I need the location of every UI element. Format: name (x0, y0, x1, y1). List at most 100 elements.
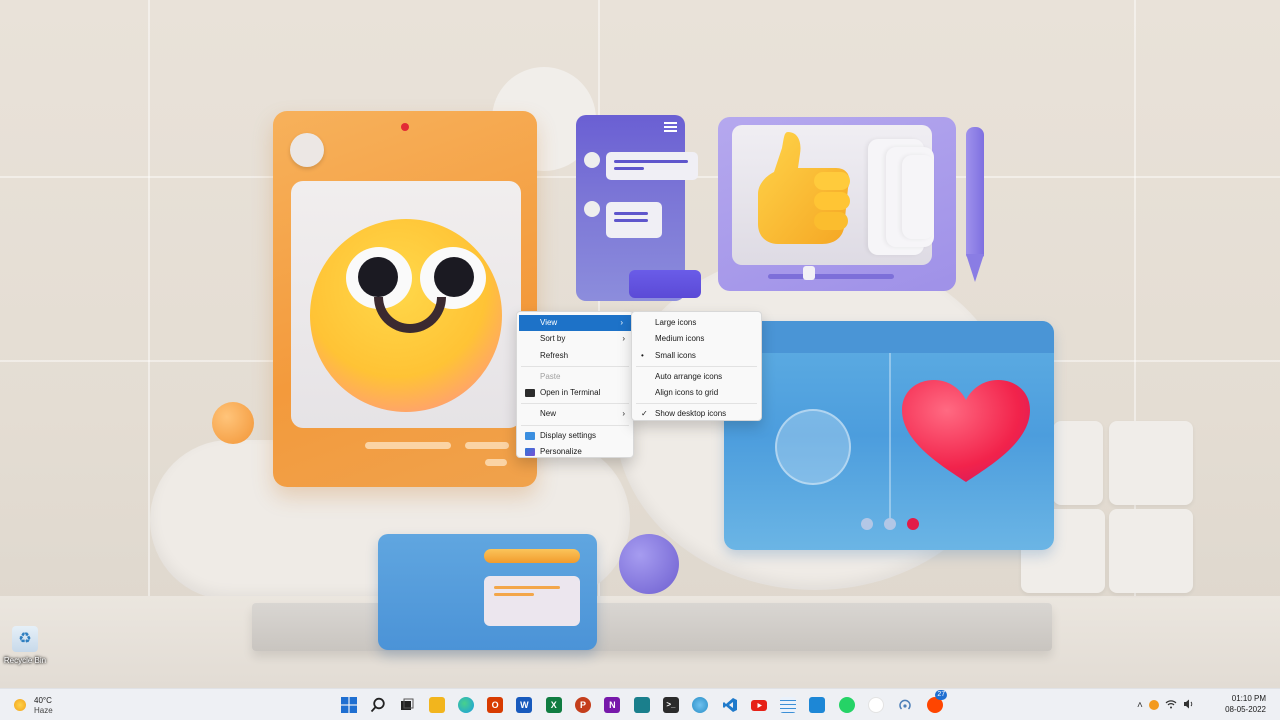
wall-pen-tip (966, 254, 984, 282)
taskbar-app-blank[interactable] (861, 693, 890, 717)
wall-orange-button (290, 133, 324, 167)
menu-item-personalize[interactable]: Personalize (517, 444, 633, 460)
menu-item-label: View (540, 318, 558, 327)
taskbar-app-globe[interactable] (686, 693, 715, 717)
wall-pager-dot (861, 518, 873, 530)
wall-cube (1053, 421, 1103, 505)
weather-temp: 40°C (34, 696, 52, 705)
menu-item-refresh[interactable]: Refresh (517, 348, 633, 364)
personalize-icon (525, 448, 535, 457)
wall-heart-card-top (724, 321, 1054, 353)
menu-item-label: Open in Terminal (540, 388, 601, 398)
monitor-icon (809, 697, 826, 713)
radio-dot-icon: • (641, 350, 644, 360)
desktop-icon-recycle-bin[interactable]: ♻ Recycle Bin (3, 626, 47, 665)
taskbar-app-edge[interactable] (451, 693, 480, 717)
onenote-icon: N (604, 697, 621, 713)
taskbar-app-office[interactable]: O (480, 693, 509, 717)
orange-dot-icon[interactable] (1148, 700, 1159, 710)
wall-orange-bar (365, 442, 451, 449)
wall-shelf (252, 603, 1052, 651)
folder-icon (428, 697, 445, 713)
wall-pager-dot (907, 518, 919, 530)
checkmark-icon: ✓ (641, 409, 648, 419)
taskbar-app-powerpoint[interactable]: P (568, 693, 597, 717)
broadcast-icon (899, 699, 912, 710)
clock-date: 08-05-2022 (1225, 705, 1266, 714)
powerpoint-icon: P (575, 697, 592, 713)
globe-icon (692, 697, 709, 713)
taskbar-app-youtube[interactable] (744, 693, 773, 717)
taskbar-app-excel[interactable]: X (539, 693, 568, 717)
terminal-icon: >_ (662, 697, 679, 713)
wall-thumb-sheet (902, 155, 934, 239)
youtube-icon (750, 700, 767, 711)
wall-thumb-slider-knob (803, 266, 815, 280)
taskbar-app-onenote[interactable]: N (598, 693, 627, 717)
wall-chat-bubble (606, 202, 662, 238)
notepad-icon (780, 697, 797, 713)
taskbar: 40°C Haze O W X P N >_ 27 ˄ 01:10 PM 08-… (0, 688, 1280, 720)
submenu-item-align-to-grid[interactable]: Align icons to grid (632, 385, 761, 401)
wall-purple-pen (966, 127, 984, 257)
blank-circle-icon (867, 697, 884, 713)
taskbar-app-reddit[interactable]: 27 (920, 690, 949, 717)
wall-orange-ball (212, 402, 254, 444)
wall-pager-dot (884, 518, 896, 530)
menu-item-view[interactable]: View › (519, 315, 631, 332)
excel-icon: X (545, 697, 562, 713)
edge-browser-icon (457, 697, 474, 713)
menu-item-new[interactable]: New › (517, 406, 633, 422)
menu-item-display-settings[interactable]: Display settings (517, 428, 633, 444)
submenu-item-auto-arrange[interactable]: Auto arrange icons (632, 369, 761, 385)
menu-item-label: Refresh (540, 350, 569, 360)
menu-item-label: Display settings (540, 430, 597, 440)
recycle-bin-icon: ♻ (12, 626, 38, 652)
wall-small-blue-card (378, 534, 597, 650)
speaker-icon[interactable] (1183, 699, 1194, 712)
submenu-item-medium-icons[interactable]: Medium icons (632, 331, 761, 347)
wall-orange-bar (485, 459, 507, 466)
wall-thumb-slider-track (768, 274, 894, 279)
taskbar-app-remote-desktop[interactable] (803, 693, 832, 717)
taskbar-search-button[interactable] (363, 693, 392, 717)
taskbar-task-view[interactable] (393, 693, 422, 717)
menu-item-label: Personalize (540, 447, 582, 457)
vscode-icon (722, 698, 737, 712)
submenu-item-large-icons[interactable]: Large icons (632, 315, 761, 331)
submenu-item-show-desktop-icons[interactable]: ✓ Show desktop icons (632, 406, 761, 422)
desktop-context-menu: View › Sort by › Refresh Paste Open in T… (516, 311, 634, 458)
whatsapp-icon (838, 697, 855, 713)
taskbar-app-list: O W X P N >_ 27 (334, 690, 949, 717)
taskbar-start-button[interactable] (334, 693, 363, 717)
wall-orange-bar (465, 442, 509, 449)
wall-small-orange-bar (484, 549, 580, 563)
menu-item-open-in-terminal[interactable]: Open in Terminal (517, 385, 633, 401)
chevron-right-icon: › (620, 318, 623, 327)
menu-separator (521, 424, 629, 426)
wall-cube (1109, 421, 1193, 505)
menu-item-label: New (540, 409, 557, 419)
taskbar-app-notepad[interactable] (773, 693, 802, 717)
taskbar-clock[interactable]: 01:10 PM 08-05-2022 (1204, 693, 1266, 715)
taskbar-app-whatsapp[interactable] (832, 693, 861, 717)
wifi-icon[interactable] (1165, 699, 1177, 712)
menu-item-paste[interactable]: Paste (517, 369, 633, 385)
taskbar-app-terminal[interactable]: >_ (656, 693, 685, 717)
menu-item-sort-by[interactable]: Sort by › (517, 331, 633, 347)
taskbar-app-store[interactable] (627, 693, 656, 717)
wall-menu-glyph (664, 122, 677, 132)
wall-emoji-smile (374, 297, 446, 333)
taskbar-app-vscode[interactable] (715, 693, 744, 717)
menu-item-label: Sort by (540, 334, 566, 344)
submenu-item-small-icons[interactable]: • Small icons (632, 348, 761, 364)
chevron-up-icon[interactable]: ˄ (1137, 700, 1143, 711)
menu-item-label: Auto arrange icons (655, 371, 723, 381)
windows-start-icon (340, 697, 357, 713)
taskbar-app-file-explorer[interactable] (422, 693, 451, 717)
wall-chat-dot (584, 201, 600, 217)
clock-time: 01:10 PM (1231, 694, 1266, 703)
taskbar-app-wireless[interactable] (891, 693, 920, 717)
taskbar-app-word[interactable]: W (510, 693, 539, 717)
menu-item-label: Medium icons (655, 334, 705, 344)
